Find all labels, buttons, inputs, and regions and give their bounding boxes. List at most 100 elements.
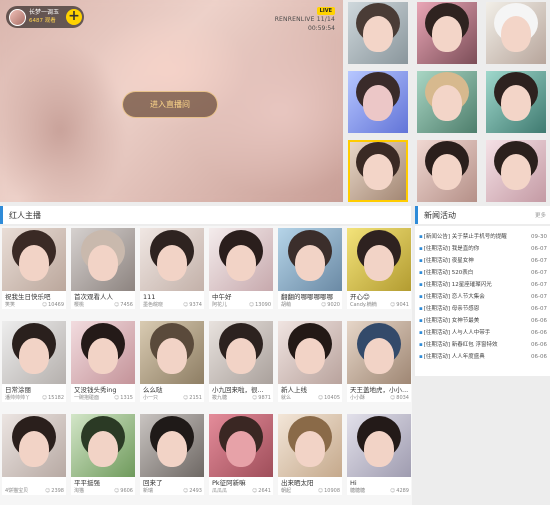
anchor-photo[interactable] bbox=[278, 228, 342, 291]
streamer-avatar[interactable] bbox=[9, 8, 26, 26]
anchor-title[interactable]: 新人上线 bbox=[278, 384, 342, 394]
streamer-info: 长梦一调玉 6487 观看 bbox=[29, 9, 59, 25]
anchor-photo[interactable] bbox=[71, 321, 135, 384]
main-live-stream[interactable]: 长梦一调玉 6487 观看 + LIVE RENRENLIVE 11/14 00… bbox=[0, 0, 343, 202]
anchor-title[interactable]: 小九回来啦，很... bbox=[209, 384, 273, 394]
news-title[interactable]: [往期活动] 我是直的你 bbox=[419, 244, 521, 255]
anchor-meta: 墨色皖晓 9374 bbox=[140, 301, 204, 309]
anchor-title[interactable]: 开心😊 bbox=[347, 291, 411, 301]
anchor-title[interactable]: 出来晒太阳 bbox=[278, 477, 342, 487]
anchor-title[interactable]: 111 bbox=[140, 291, 204, 301]
anchor-title[interactable]: 翻翻的哪哪哪哪哪 bbox=[278, 291, 342, 301]
anchor-card[interactable]: 么么哒 小一只 2151 bbox=[140, 321, 204, 402]
news-item[interactable]: [往期活动] 夜星女神 06-07 bbox=[419, 256, 547, 267]
viewer-count: 13090 bbox=[249, 301, 271, 309]
viewer-count: 9041 bbox=[390, 301, 409, 309]
anchor-title[interactable]: 日常涂丽 bbox=[2, 384, 66, 394]
anchor-photo[interactable] bbox=[278, 321, 342, 384]
news-item[interactable]: [往期活动] 我是直的你 06-07 bbox=[419, 244, 547, 255]
viewer-count: 9374 bbox=[183, 301, 202, 309]
anchor-card[interactable]: Pk征阿新嘛 瓜瓜瓜 2641 bbox=[209, 414, 273, 495]
anchor-card[interactable]: 翻翻的哪哪哪哪哪 胡萌 9020 bbox=[278, 228, 342, 309]
anchor-title[interactable]: 中午好 bbox=[209, 291, 273, 301]
news-title[interactable]: [往期活动] 母亲节感恩 bbox=[419, 304, 521, 315]
news-item[interactable]: [往期活动] 12星座璀璨闪光 06-07 bbox=[419, 280, 547, 291]
news-title[interactable]: [往期活动] 520表白 bbox=[419, 268, 521, 279]
news-title[interactable]: [往期活动] 夜星女神 bbox=[419, 256, 521, 267]
anchor-title[interactable]: 么么哒 bbox=[140, 384, 204, 394]
anchor-title[interactable] bbox=[2, 477, 66, 487]
live-thumbnail[interactable] bbox=[417, 2, 477, 64]
news-title[interactable]: [往期活动] 人与人人中带手 bbox=[419, 328, 521, 339]
anchor-title[interactable]: 又没钱头秀ing bbox=[71, 384, 135, 394]
live-thumbnail[interactable] bbox=[417, 71, 477, 133]
anchor-card[interactable]: 4饼猫宝贝 2398 bbox=[2, 414, 66, 495]
news-item[interactable]: [往期活动] 恋人节大集会 06-07 bbox=[419, 292, 547, 303]
anchor-card[interactable]: 祝我生日快乐吧 笑笑 10469 bbox=[2, 228, 66, 309]
anchor-photo[interactable] bbox=[347, 228, 411, 291]
news-item[interactable]: [往期活动] 520表白 06-07 bbox=[419, 268, 547, 279]
anchor-photo[interactable] bbox=[140, 414, 204, 477]
anchor-card[interactable]: 111 墨色皖晓 9374 bbox=[140, 228, 204, 309]
news-item[interactable]: [往期活动] 母亲节感恩 06-07 bbox=[419, 304, 547, 315]
anchor-photo[interactable] bbox=[278, 414, 342, 477]
live-thumbnail[interactable] bbox=[486, 140, 546, 202]
news-title[interactable]: [往期活动] 人人年度盛典 bbox=[419, 352, 521, 363]
viewer-count: 9871 bbox=[252, 394, 271, 402]
anchor-photo[interactable] bbox=[209, 228, 273, 291]
news-title[interactable]: [往期活动] 12星座璀璨闪光 bbox=[419, 280, 521, 291]
anchor-photo[interactable] bbox=[71, 228, 135, 291]
news-item[interactable]: [往期活动] 人人年度盛典 06-06 bbox=[419, 352, 547, 363]
anchor-card[interactable]: 平平挺强 淘猫 9606 bbox=[71, 414, 135, 495]
anchor-card[interactable]: Hi 糖糖糖 4289 bbox=[347, 414, 411, 495]
live-thumbnail[interactable] bbox=[348, 71, 408, 133]
enter-live-room-button[interactable]: 进入直播间 bbox=[122, 91, 218, 118]
anchor-photo[interactable] bbox=[347, 321, 411, 384]
live-thumbnail[interactable] bbox=[348, 2, 408, 64]
anchor-title[interactable]: 首次观看人人 bbox=[71, 291, 135, 301]
anchor-photo[interactable] bbox=[2, 321, 66, 384]
anchor-card[interactable]: 天王盖地虎，小小... 小小酥 8034 bbox=[347, 321, 411, 402]
anchor-card[interactable]: 日常涂丽 潘帅帅帅丫 15182 bbox=[2, 321, 66, 402]
anchor-photo[interactable] bbox=[2, 414, 66, 477]
follow-plus-icon[interactable]: + bbox=[66, 9, 82, 25]
more-link[interactable]: 更多 bbox=[535, 211, 546, 219]
live-thumbnail-selected[interactable] bbox=[348, 140, 408, 202]
anchor-meta: 糖糖糖 4289 bbox=[347, 487, 411, 495]
anchor-title[interactable]: 平平挺强 bbox=[71, 477, 135, 487]
anchor-photo[interactable] bbox=[140, 228, 204, 291]
anchor-card[interactable]: 出来晒太阳 朝起 10908 bbox=[278, 414, 342, 495]
news-title[interactable]: [新闻公告] 关于禁止手机号的提醒 bbox=[419, 232, 521, 243]
news-item[interactable]: [新闻公告] 关于禁止手机号的提醒 09-30 bbox=[419, 232, 547, 243]
anchor-card[interactable]: 首次观看人人 樱桃 7456 bbox=[71, 228, 135, 309]
anchor-photo[interactable] bbox=[140, 321, 204, 384]
news-title[interactable]: [往期活动] 恋人节大集会 bbox=[419, 292, 521, 303]
live-thumbnail[interactable] bbox=[486, 71, 546, 133]
streamer-card[interactable]: 长梦一调玉 6487 观看 + bbox=[6, 6, 84, 28]
news-item[interactable]: [往期活动] 新春红包 浮窗特效 06-06 bbox=[419, 340, 547, 351]
anchor-title[interactable]: 天王盖地虎，小小... bbox=[347, 384, 411, 394]
anchor-title[interactable]: Pk征阿新嘛 bbox=[209, 477, 273, 487]
anchor-photo[interactable] bbox=[71, 414, 135, 477]
anchor-card[interactable]: 新人上线 就么 10405 bbox=[278, 321, 342, 402]
anchor-card[interactable]: 小九回来啦，很... 筱九糖 9871 bbox=[209, 321, 273, 402]
anchor-card[interactable]: 回来了 新瑞 2493 bbox=[140, 414, 204, 495]
anchor-photo[interactable] bbox=[2, 228, 66, 291]
news-item[interactable]: [往期活动] 人与人人中带手 06-06 bbox=[419, 328, 547, 339]
anchor-title[interactable]: Hi bbox=[347, 477, 411, 487]
anchor-card[interactable]: 又没钱头秀ing 一碗抱碰面 1315 bbox=[71, 321, 135, 402]
news-title[interactable]: [往期活动] 新春红包 浮窗特效 bbox=[419, 340, 521, 351]
anchor-title[interactable]: 祝我生日快乐吧 bbox=[2, 291, 66, 301]
anchor-title[interactable]: 回来了 bbox=[140, 477, 204, 487]
anchor-card[interactable]: 开心😊 Candy.楠楠 9041 bbox=[347, 228, 411, 309]
news-title[interactable]: [往期活动] 女神节最美 bbox=[419, 316, 521, 327]
anchor-card[interactable]: 中午好 阿花儿 13090 bbox=[209, 228, 273, 309]
anchor-photo[interactable] bbox=[209, 414, 273, 477]
live-thumbnail[interactable] bbox=[417, 140, 477, 202]
live-thumbnail-grid bbox=[348, 2, 548, 204]
anchor-photo[interactable] bbox=[209, 321, 273, 384]
news-item[interactable]: [往期活动] 女神节最美 06-06 bbox=[419, 316, 547, 327]
anchor-meta: 小小酥 8034 bbox=[347, 394, 411, 402]
live-thumbnail[interactable] bbox=[486, 2, 546, 64]
anchor-photo[interactable] bbox=[347, 414, 411, 477]
